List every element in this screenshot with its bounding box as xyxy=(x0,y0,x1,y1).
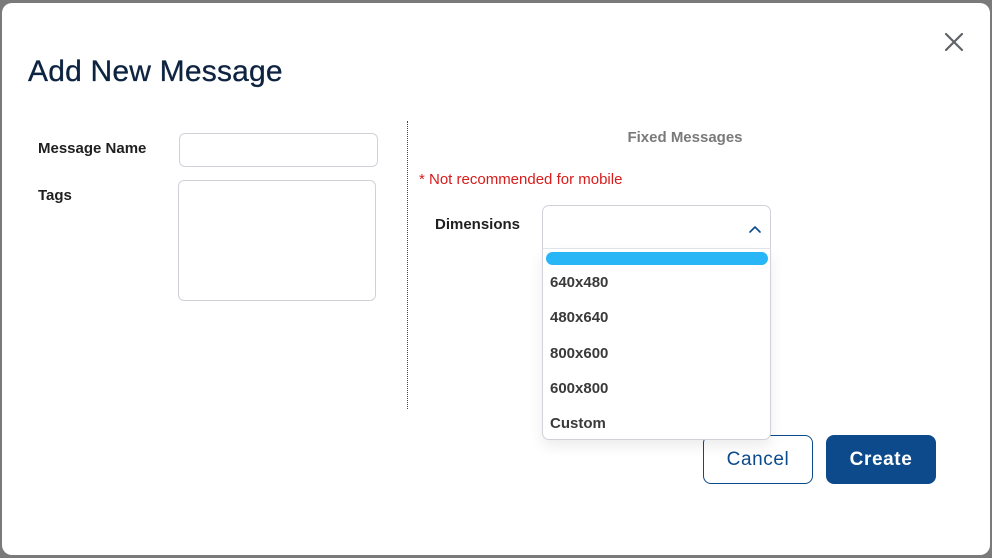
fixed-messages-heading: Fixed Messages xyxy=(627,129,743,146)
column-divider xyxy=(407,121,408,409)
close-icon[interactable] xyxy=(942,30,966,54)
dropdown-option[interactable]: 640x480 xyxy=(550,274,608,291)
dropdown-option[interactable]: Custom xyxy=(550,415,606,432)
message-name-input[interactable] xyxy=(179,133,378,167)
create-button[interactable]: Create xyxy=(826,435,936,484)
dimensions-select[interactable] xyxy=(542,205,771,249)
message-name-label: Message Name xyxy=(38,140,147,157)
dialog-title: Add New Message xyxy=(28,55,283,88)
cancel-button[interactable]: Cancel xyxy=(703,435,813,484)
add-message-dialog: Add New Message Message Name Tags Fixed … xyxy=(2,3,990,555)
dropdown-option[interactable]: 480x640 xyxy=(550,309,608,326)
dimensions-dropdown: 640x480 480x640 800x600 600x800 Custom xyxy=(542,249,771,440)
tags-input[interactable] xyxy=(178,180,376,301)
dropdown-option-empty[interactable] xyxy=(546,252,768,265)
dropdown-option[interactable]: 800x600 xyxy=(550,345,608,362)
tags-label: Tags xyxy=(38,187,72,204)
mobile-warning: * Not recommended for mobile xyxy=(419,171,623,188)
chevron-up-icon xyxy=(748,224,762,234)
dropdown-option[interactable]: 600x800 xyxy=(550,380,608,397)
dimensions-label: Dimensions xyxy=(435,216,521,233)
